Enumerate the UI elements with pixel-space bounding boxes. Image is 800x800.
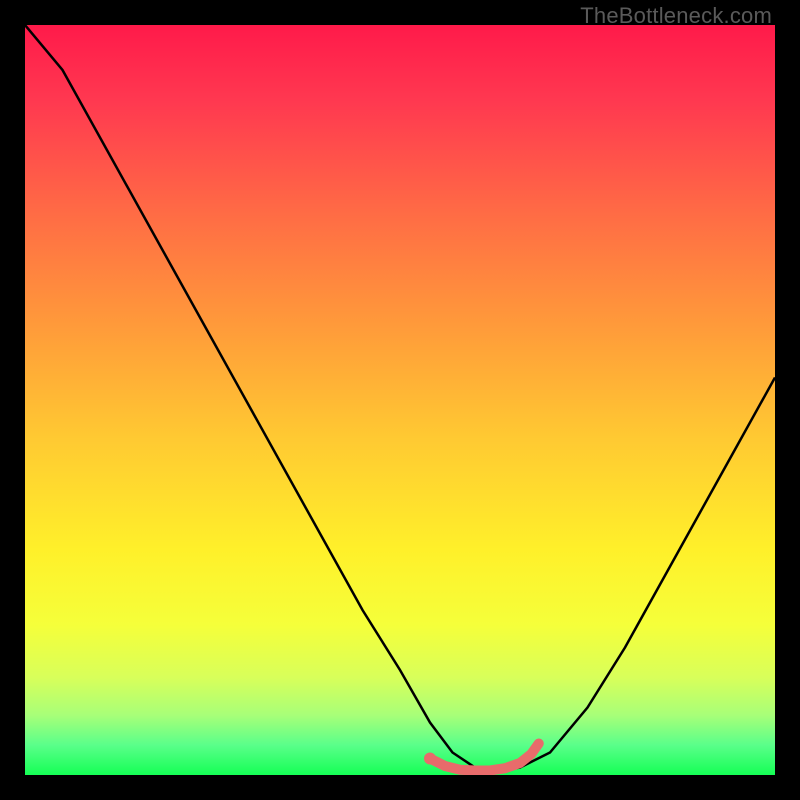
optimal-band-start-dot xyxy=(424,753,436,765)
plot-area xyxy=(25,25,775,775)
optimal-band-marker xyxy=(424,744,539,771)
chart-container: TheBottleneck.com xyxy=(0,0,800,800)
bottleneck-curve xyxy=(25,25,775,771)
optimal-band-path xyxy=(430,744,539,771)
chart-svg xyxy=(25,25,775,775)
watermark-text: TheBottleneck.com xyxy=(580,3,772,29)
bottleneck-curve-path xyxy=(25,25,775,771)
